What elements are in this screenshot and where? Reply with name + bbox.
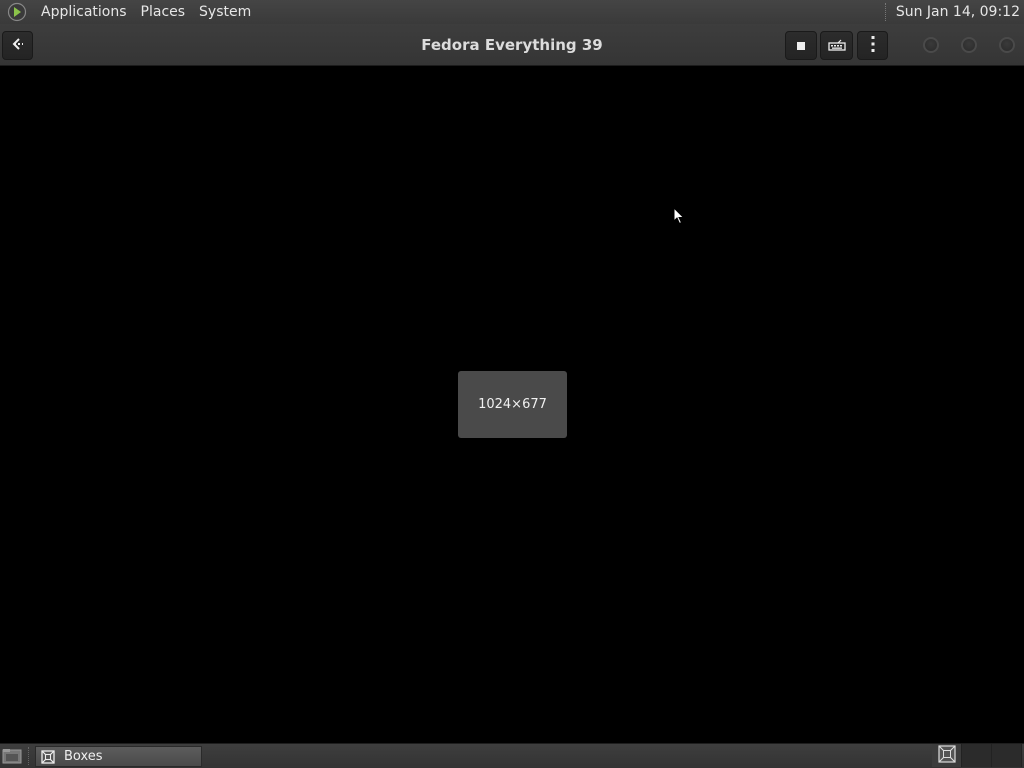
panel-separator <box>884 3 888 21</box>
workspace-2[interactable] <box>962 744 992 767</box>
workspace-switcher <box>932 744 1022 768</box>
boxes-app-icon <box>40 749 56 765</box>
show-desktop-icon[interactable] <box>2 747 22 765</box>
back-button[interactable] <box>2 31 33 60</box>
top-panel: Applications Places System Sun Jan 14, 0… <box>0 0 1024 24</box>
workspace-icon <box>937 744 956 767</box>
display-size-overlay: 1024×677 <box>458 371 567 438</box>
desktop-screen: Applications Places System Sun Jan 14, 0… <box>0 0 1024 768</box>
menu-places[interactable]: Places <box>134 0 193 24</box>
keyboard-icon <box>827 36 846 55</box>
header-bar: Fedora Everything 39 <box>0 24 1024 66</box>
workspace-1[interactable] <box>932 744 962 767</box>
minimize-button[interactable] <box>923 37 939 53</box>
vertical-dots-menu-icon <box>870 35 876 57</box>
mouse-pointer-icon <box>673 206 685 229</box>
menu-system[interactable]: System <box>192 0 258 24</box>
taskbar-button-label: Boxes <box>64 749 103 764</box>
menu-button[interactable] <box>857 31 888 60</box>
taskbar-separator <box>28 747 31 765</box>
taskbar-button-boxes[interactable]: Boxes <box>35 746 202 767</box>
close-button[interactable] <box>999 37 1015 53</box>
vm-display[interactable]: 1024×677 <box>0 66 1024 743</box>
clock[interactable]: Sun Jan 14, 09:12 <box>896 0 1024 24</box>
maximize-button[interactable] <box>961 37 977 53</box>
workspace-3[interactable] <box>992 744 1022 767</box>
bottom-panel: Boxes <box>0 743 1024 768</box>
menu-applications[interactable]: Applications <box>34 0 134 24</box>
distro-logo-icon[interactable] <box>6 2 28 22</box>
keyboard-button[interactable] <box>820 31 853 60</box>
back-arrow-icon <box>10 36 26 56</box>
stop-button[interactable] <box>785 31 817 60</box>
stop-icon <box>796 36 806 55</box>
